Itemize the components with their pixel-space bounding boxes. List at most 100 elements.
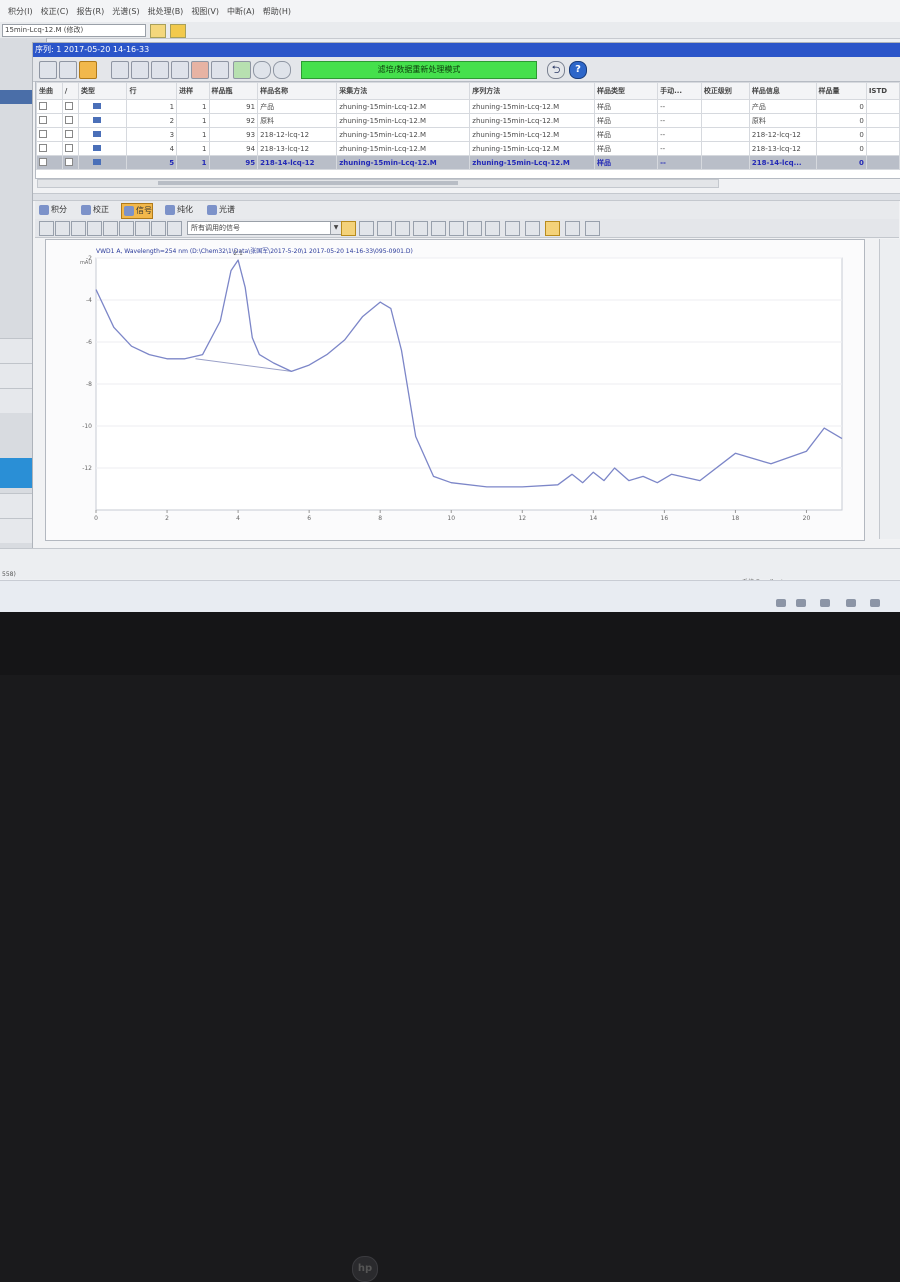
sample-type-icon[interactable] [78,99,128,114]
row-checkbox[interactable] [36,155,63,170]
export-icon[interactable] [211,61,229,79]
integration-tool-icon[interactable] [341,221,356,236]
menu-item[interactable]: 帮助(H) [263,6,291,17]
table-row[interactable]: 2 1 92 原料 zhuning-15min-Lcq-12.M zhuning-15mi… [36,113,900,128]
table-row[interactable]: 1 1 91 产品 zhuning-15min-Lcq-12.M zhuning-15mi… [36,99,900,114]
zoom-tool-icon[interactable] [359,221,374,236]
pause-icon[interactable] [273,61,291,79]
tab-2[interactable]: 信号 [121,203,153,219]
column-header[interactable]: 进样 [176,82,210,100]
volume-icon[interactable] [796,599,806,607]
sample-type-icon[interactable] [78,141,128,156]
checkbox[interactable] [64,115,73,124]
chromatogram-tool-icon[interactable] [71,221,86,236]
chromatogram-tool-icon[interactable] [135,221,150,236]
sample-type-icon[interactable] [78,127,128,142]
zoom-tool-icon[interactable] [413,221,428,236]
chromatogram-tool-icon[interactable] [103,221,118,236]
zoom-tool-icon[interactable] [565,221,580,236]
menu-item[interactable]: 中断(A) [227,6,255,17]
row-checkbox[interactable] [36,99,63,114]
menu-item[interactable]: 校正(C) [41,6,69,17]
zoom-tool-icon[interactable] [467,221,482,236]
chromatogram-tool-icon[interactable] [167,221,182,236]
save-icon[interactable] [151,61,169,79]
column-header[interactable]: 校正级别 [700,82,750,100]
open-file-icon[interactable] [59,61,77,79]
column-header[interactable]: 样品信息 [748,82,817,100]
tab-4[interactable]: 光谱 [205,203,235,217]
chromatogram-tool-icon[interactable] [119,221,134,236]
zoom-tool-icon[interactable] [585,221,600,236]
checkbox[interactable] [39,115,47,124]
sequence-table-icon[interactable] [150,24,166,38]
menu-item[interactable]: 视图(V) [191,6,219,17]
tray-icon[interactable] [820,599,830,607]
method-combo[interactable]: 15min-Lcq-12.M (修改) [2,24,146,37]
tray-icon[interactable] [870,599,880,607]
chromatogram-panel[interactable]: VWD1 A, Wavelength=254 nm (D:\Chem32\1\D… [45,239,865,541]
menu-item[interactable]: 报告(R) [76,6,104,17]
column-header[interactable]: ISTD [865,82,900,100]
table-row[interactable]: 4 1 94 218-13-lcq-12 zhuning-15min-Lcq-12.M z… [36,141,900,156]
sample-type-icon[interactable] [78,113,128,128]
report-icon[interactable] [191,61,209,79]
checkbox[interactable] [39,101,47,110]
zoom-tool-icon[interactable] [505,221,520,236]
column-header[interactable]: 坐曲 [36,82,63,100]
save-method-icon[interactable] [131,61,149,79]
column-header[interactable]: 样品类型 [593,82,659,100]
menu-item[interactable]: 光谱(S) [112,6,139,17]
sample-type-icon[interactable] [78,155,128,170]
zoom-tool-icon[interactable] [377,221,392,236]
column-header[interactable]: 样品瓶 [208,82,259,100]
sequence-mode-icon[interactable] [79,61,97,79]
table-row[interactable]: 5 1 95 218-14-lcq-12 zhuning-15min-Lcq-12.M z… [36,155,900,170]
load-signal-icon[interactable] [39,61,57,79]
column-header[interactable]: / [61,82,80,100]
tab-3[interactable]: 纯化 [163,203,193,217]
zoom-tool-icon[interactable] [449,221,464,236]
checkbox[interactable] [39,143,47,152]
row-checkbox[interactable] [61,99,80,114]
chromatogram-tool-icon[interactable] [55,221,70,236]
checkbox[interactable] [64,129,73,138]
print-icon[interactable] [171,61,189,79]
row-checkbox[interactable] [36,127,63,142]
chromatogram-tool-icon[interactable] [151,221,166,236]
column-header[interactable]: 样品名称 [257,82,338,100]
load-method-icon[interactable] [111,61,129,79]
tray-icon[interactable] [846,599,856,607]
tab-0[interactable]: 积分 [37,203,67,217]
table-row[interactable]: 3 1 93 218-12-lcq-12 zhuning-15min-Lcq-12.M z… [36,127,900,142]
chromatogram-chart[interactable]: -2-4-6-8-10-120 2 4 6 8 10 12 14 16 18 20mAU2.1 [46,240,864,540]
chromatogram-tool-icon[interactable] [87,221,102,236]
row-checkbox[interactable] [61,141,80,156]
signal-select[interactable]: 所有调用的信号 ▼ [187,221,342,235]
menu-item[interactable]: 批处理(B) [148,6,184,17]
run-status-icon[interactable] [170,24,186,38]
stop-icon[interactable] [253,61,271,79]
return-arrow-icon[interactable]: ⮌ [547,61,565,79]
checkbox[interactable] [64,101,73,110]
row-checkbox[interactable] [61,155,80,170]
checkbox[interactable] [64,157,73,166]
scrollbar-thumb[interactable] [158,181,458,185]
forward-icon[interactable] [233,61,251,79]
checkbox[interactable] [39,129,47,138]
zoom-tool-icon[interactable] [395,221,410,236]
splitter[interactable] [33,193,900,201]
row-checkbox[interactable] [36,113,63,128]
row-checkbox[interactable] [61,113,80,128]
column-header[interactable]: 行 [126,82,178,100]
network-icon[interactable] [776,599,786,607]
chromatogram-tool-icon[interactable] [39,221,54,236]
zoom-tool-icon[interactable] [545,221,560,236]
column-header[interactable]: 手动... [657,82,702,100]
column-header[interactable]: 采集方法 [336,82,471,100]
column-header[interactable]: 类型 [78,82,128,100]
tab-1[interactable]: 校正 [79,203,109,217]
row-checkbox[interactable] [36,141,63,156]
column-header[interactable]: 序列方法 [469,82,595,100]
menu-item[interactable]: 积分(I) [8,6,33,17]
